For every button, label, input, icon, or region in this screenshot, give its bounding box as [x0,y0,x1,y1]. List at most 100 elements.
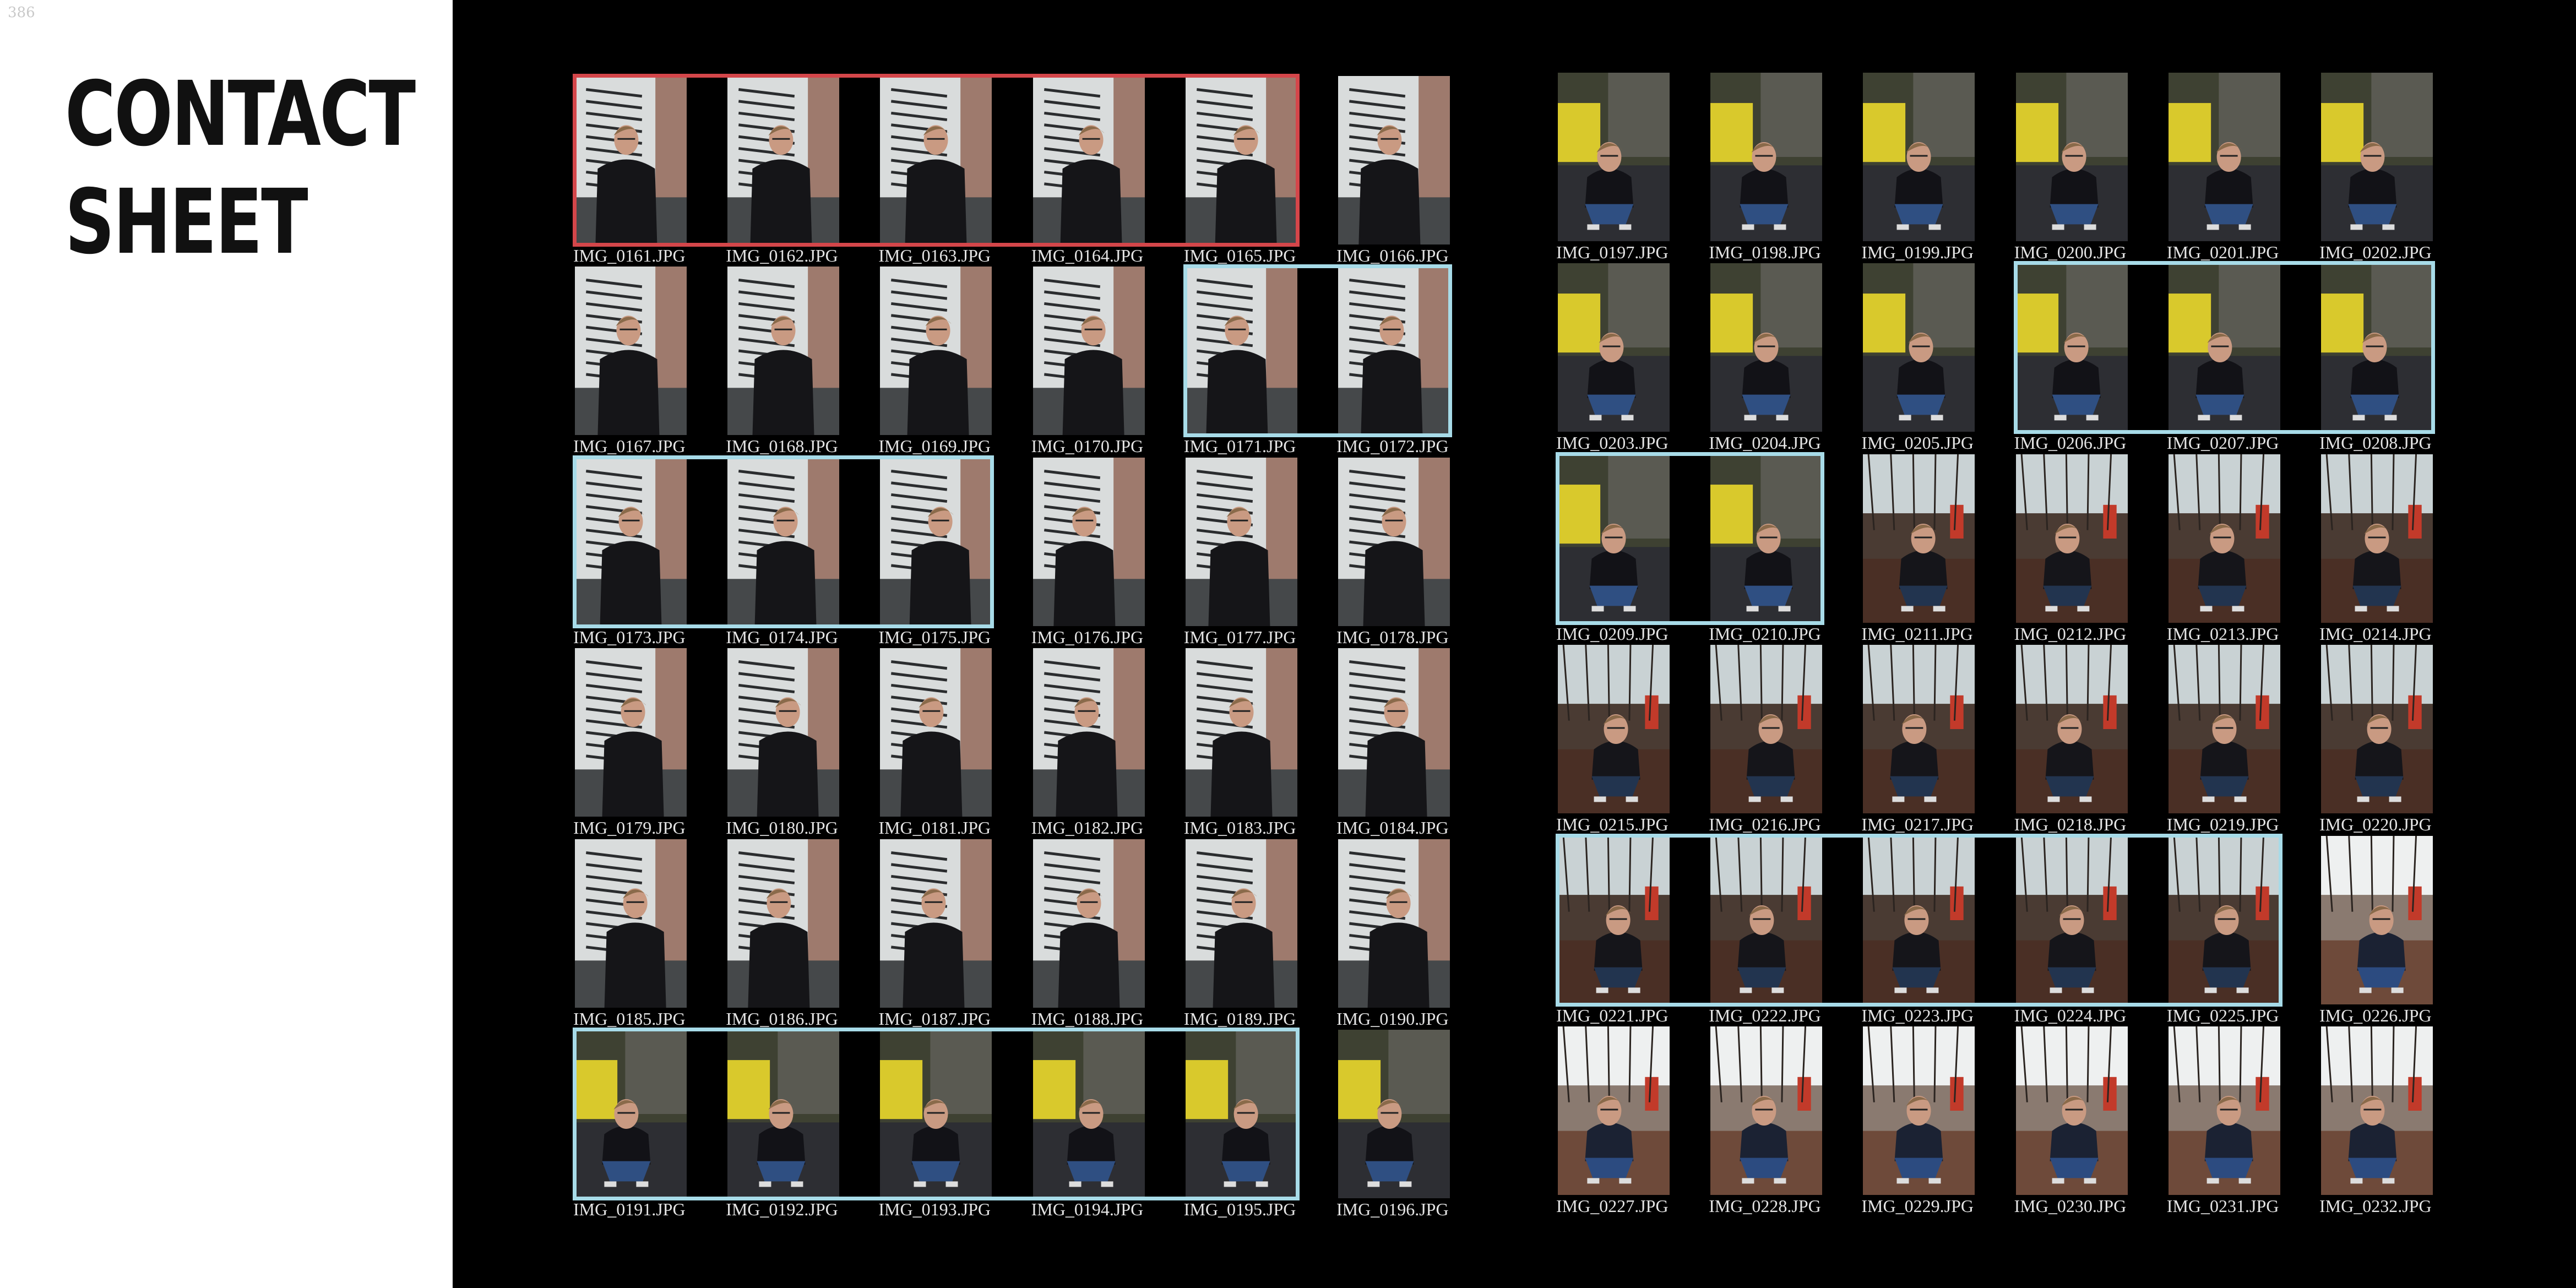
photo-thumbnail [1032,457,1145,626]
frame-caption: IMG_0219.JPG [2166,814,2279,835]
contact-frame [1338,839,1450,1008]
contact-frame [2321,263,2433,432]
photo-thumbnail [1863,1026,1975,1195]
contact-frame [1710,835,1823,1004]
contact-frame [1863,263,1975,432]
frame-caption: IMG_0200.JPG [2014,242,2127,262]
photo-thumbnail [575,267,687,436]
photo-thumbnail [1185,267,1297,436]
frame-caption: IMG_0172.JPG [1336,436,1449,456]
frame-caption: IMG_0225.JPG [2166,1005,2279,1025]
contact-frame [1558,263,1670,432]
contact-frame [575,457,687,626]
contact-frame [1338,76,1450,244]
photo-thumbnail [2168,1026,2280,1195]
photo-thumbnail [1338,267,1450,436]
contact-frame [1558,73,1670,241]
frame-caption: IMG_0188.JPG [1031,1008,1144,1029]
photo-thumbnail [1032,839,1145,1008]
contact-frame [727,76,840,244]
frame-caption: IMG_0173.JPG [573,627,686,647]
photo-thumbnail [727,457,840,626]
frame-caption: IMG_0209.JPG [1556,623,1669,644]
contact-frame [727,648,840,817]
contact-frame [1032,76,1145,244]
photo-thumbnail [2321,1026,2433,1195]
frame-caption: IMG_0178.JPG [1336,627,1449,647]
frame-caption: IMG_0216.JPG [1709,814,1821,835]
frame-caption: IMG_0194.JPG [1031,1199,1144,1219]
frame-caption: IMG_0215.JPG [1556,814,1669,835]
photo-thumbnail [2321,73,2433,241]
photo-thumbnail [1185,1030,1297,1198]
photo-thumbnail [1710,263,1823,432]
frame-caption: IMG_0203.JPG [1556,433,1669,453]
contact-frame [2168,1026,2280,1195]
frame-caption: IMG_0206.JPG [2014,433,2127,453]
frame-caption: IMG_0177.JPG [1183,627,1296,647]
contact-frame [727,267,840,436]
frame-caption: IMG_0182.JPG [1031,818,1144,838]
photo-thumbnail [1185,648,1297,817]
frame-caption: IMG_0167.JPG [573,436,686,456]
contact-frame [1185,267,1297,436]
contact-frame [2015,454,2128,623]
photo-thumbnail [727,648,840,817]
photo-thumbnail [2321,835,2433,1004]
frame-caption: IMG_0164.JPG [1031,246,1144,265]
photo-thumbnail [1863,73,1975,241]
contact-frame [1863,835,1975,1004]
frame-caption: IMG_0168.JPG [726,436,838,456]
photo-thumbnail [2168,835,2280,1004]
contact-frame [2168,73,2280,241]
contact-frame [1558,645,1670,814]
contact-frame [2321,1026,2433,1195]
frame-caption: IMG_0230.JPG [2014,1196,2127,1216]
contact-frame [1338,1030,1450,1198]
contact-frame [2168,645,2280,814]
contact-frame [1032,839,1145,1008]
photo-thumbnail [1338,457,1450,626]
photo-thumbnail [2015,73,2128,241]
frame-caption: IMG_0231.JPG [2166,1196,2279,1216]
frame-caption: IMG_0202.JPG [2319,242,2432,262]
frame-caption: IMG_0187.JPG [878,1008,991,1029]
title-line-2: SHEET [65,171,308,274]
contact-frame [1185,1030,1297,1198]
photo-thumbnail [1185,457,1297,626]
photo-thumbnail [1185,839,1297,1008]
frame-caption: IMG_0179.JPG [573,818,686,838]
photo-thumbnail [575,457,687,626]
frame-caption: IMG_0190.JPG [1336,1008,1449,1029]
frame-caption: IMG_0193.JPG [878,1199,991,1219]
photo-thumbnail [2321,645,2433,814]
photo-thumbnail [880,457,992,626]
contact-frame [2015,645,2128,814]
frame-caption: IMG_0161.JPG [573,246,686,265]
frame-caption: IMG_0180.JPG [726,818,838,838]
photo-thumbnail [2168,73,2280,241]
title-panel: 386 CONTACT SHEET [0,0,453,1288]
contact-frame [1863,1026,1975,1195]
contact-frame [880,457,992,626]
frame-caption: IMG_0204.JPG [1709,433,1821,453]
photo-thumbnail [1710,454,1823,623]
frame-caption: IMG_0169.JPG [878,436,991,456]
frame-caption: IMG_0228.JPG [1709,1196,1821,1216]
contact-frame [2321,454,2433,623]
photo-thumbnail [1558,835,1670,1004]
photo-thumbnail [1710,73,1823,241]
contact-frame [575,839,687,1008]
photo-thumbnail [880,267,992,436]
contact-frame [1032,267,1145,436]
photo-thumbnail [2015,263,2128,432]
contact-frame [2321,645,2433,814]
photo-thumbnail [1710,645,1823,814]
photo-thumbnail [880,1030,992,1198]
contact-frame [575,1030,687,1198]
frame-caption: IMG_0220.JPG [2319,814,2432,835]
contact-frame [880,839,992,1008]
photo-thumbnail [1558,73,1670,241]
photo-thumbnail [2015,835,2128,1004]
contact-frame [727,457,840,626]
